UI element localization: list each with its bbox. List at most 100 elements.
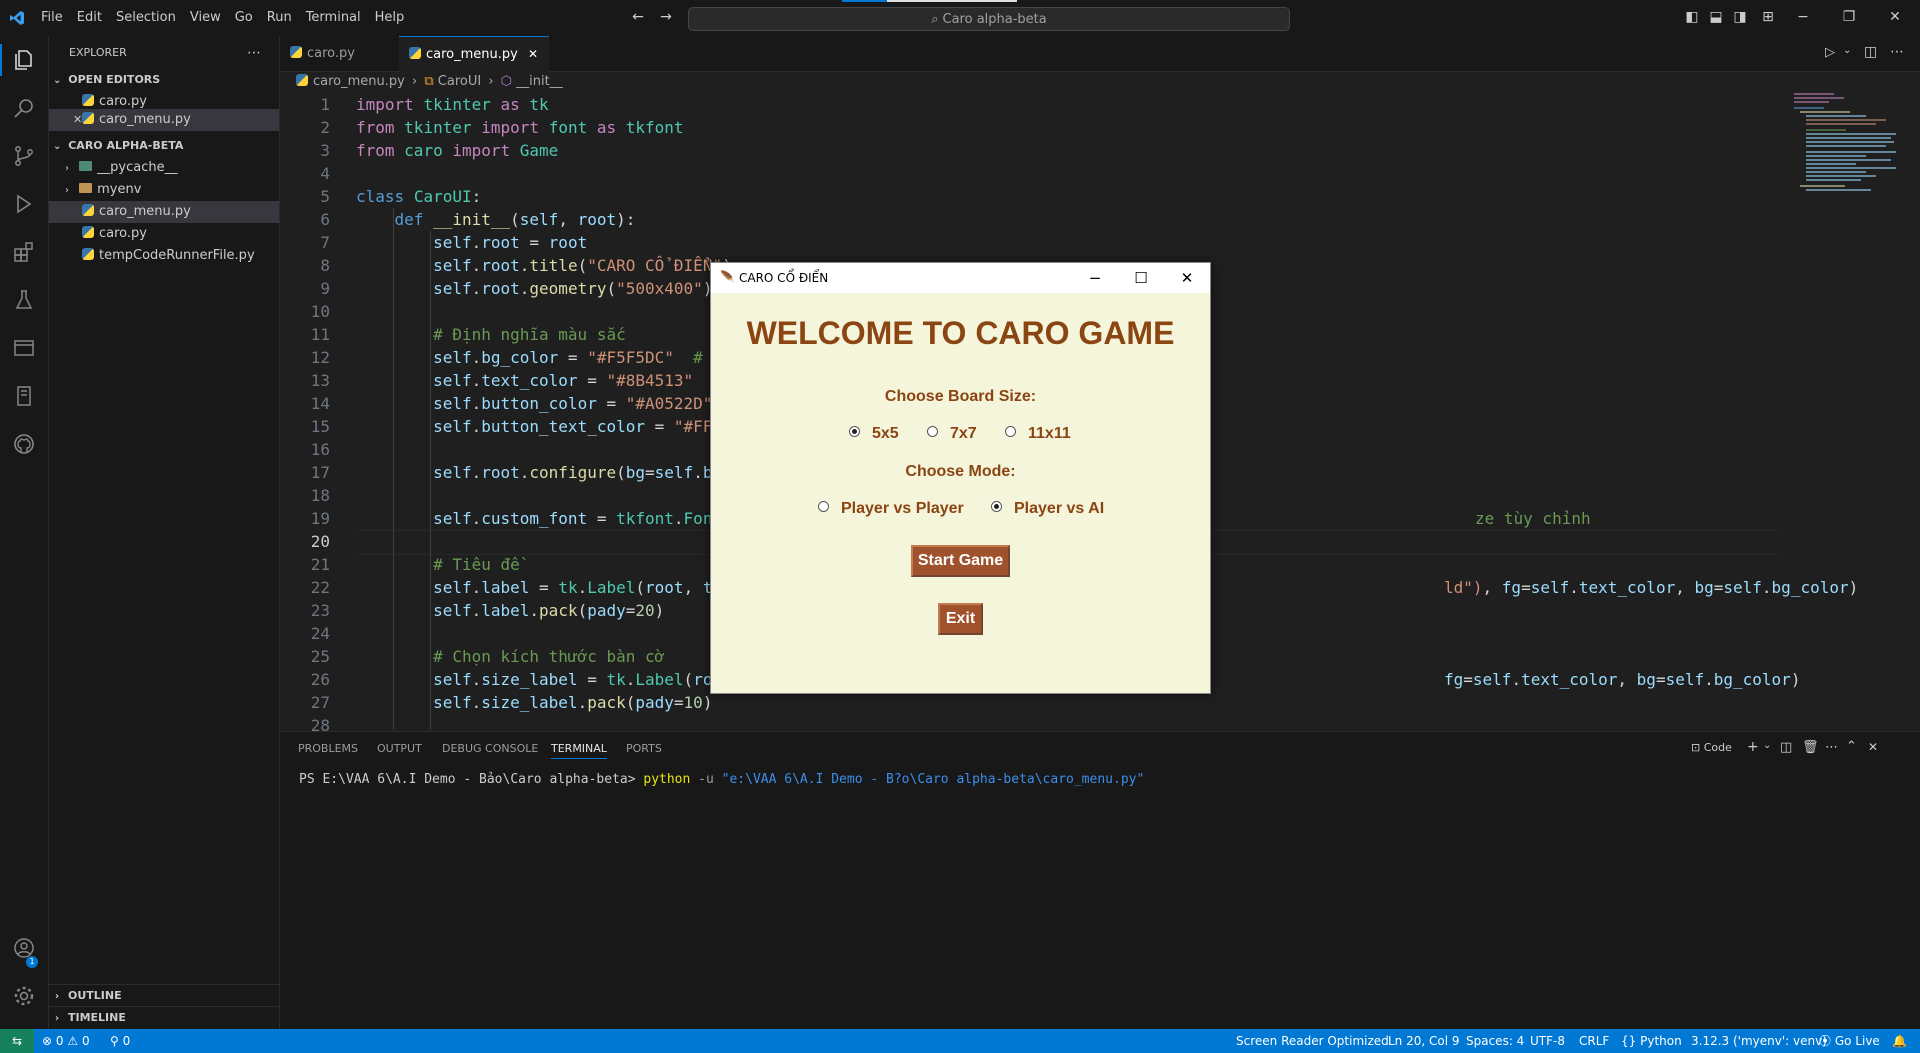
tab-caro-menu[interactable]: caro_menu.py ✕: [399, 36, 549, 72]
close-panel-icon[interactable]: ✕: [1868, 740, 1878, 754]
menu-terminal[interactable]: Terminal: [299, 0, 368, 36]
menu-view[interactable]: View: [183, 0, 228, 36]
breadcrumb-file[interactable]: caro_menu.py: [313, 74, 405, 89]
remote-explorer-icon[interactable]: [12, 336, 36, 360]
notebook-icon[interactable]: [12, 384, 36, 408]
window-indicator: [887, 0, 1017, 2]
terminal-output[interactable]: PS E:\VAA 6\A.I Demo - Bảo\Caro alpha-be…: [299, 772, 1144, 787]
chevron-down-icon[interactable]: ⌄: [1763, 740, 1771, 751]
language-status[interactable]: {} Python: [1621, 1029, 1682, 1053]
tab-output[interactable]: OUTPUT: [377, 742, 422, 755]
maximize-panel-icon[interactable]: ⌃: [1846, 739, 1857, 754]
folder-myenv[interactable]: › myenv: [49, 179, 279, 201]
close-window-icon[interactable]: ✕: [1887, 9, 1903, 25]
close-icon[interactable]: ✕: [73, 109, 82, 131]
menu-help[interactable]: Help: [368, 0, 412, 36]
ports-status[interactable]: ⚲ 0: [110, 1029, 130, 1053]
menu-run[interactable]: Run: [260, 0, 299, 36]
chevron-down-icon[interactable]: ⌄: [1843, 45, 1851, 56]
restore-icon[interactable]: ❐: [1841, 9, 1857, 25]
line-number: 8: [320, 256, 330, 275]
line-number: 17: [310, 463, 330, 482]
line-number: 15: [310, 417, 330, 436]
gear-icon[interactable]: [12, 984, 36, 1008]
go-live-status[interactable]: ⦿ Go Live: [1819, 1029, 1880, 1053]
screen-reader-status[interactable]: Screen Reader Optimized: [1236, 1029, 1389, 1053]
eol-status[interactable]: CRLF: [1579, 1029, 1609, 1053]
radio-player-vs-ai[interactable]: Player vs AI: [991, 500, 1104, 518]
code-line: self.bg_color = "#F5F5DC" # B: [433, 348, 723, 367]
cursor-position[interactable]: Ln 20, Col 9: [1388, 1029, 1460, 1053]
split-terminal-icon[interactable]: ◫: [1780, 740, 1792, 755]
file-caro[interactable]: caro.py: [49, 223, 279, 245]
line-number: 22: [310, 578, 330, 597]
more-actions-icon[interactable]: ⋯: [1825, 740, 1838, 755]
breadcrumb-method[interactable]: __init__: [516, 74, 563, 89]
run-debug-icon[interactable]: [12, 192, 36, 216]
search-icon: ⌕: [931, 11, 939, 27]
radio-5x5[interactable]: 5x5: [849, 425, 899, 443]
timeline-header[interactable]: › TIMELINE: [49, 1006, 279, 1029]
folder-pycache[interactable]: › __pycache__: [49, 157, 279, 179]
minimize-icon[interactable]: −: [1795, 9, 1811, 25]
back-arrow-icon[interactable]: ←: [630, 9, 646, 25]
menu-edit[interactable]: Edit: [70, 0, 109, 36]
trash-icon[interactable]: 🗑: [1802, 740, 1819, 755]
line-number: 26: [310, 670, 330, 689]
toggle-panel-icon[interactable]: ⬓: [1708, 9, 1724, 25]
search-icon[interactable]: [12, 96, 36, 120]
remote-indicator-icon[interactable]: ⇆: [0, 1029, 34, 1053]
problems-status[interactable]: ⊗ 0 ⚠ 0: [42, 1029, 90, 1053]
bell-icon[interactable]: 🔔: [1892, 1029, 1907, 1053]
code-line: # Tiêu đề: [433, 555, 520, 574]
indentation-status[interactable]: Spaces: 4: [1466, 1029, 1524, 1053]
menu-file[interactable]: File: [34, 0, 70, 36]
tab-terminal[interactable]: TERMINAL: [551, 742, 607, 759]
tab-problems[interactable]: PROBLEMS: [298, 742, 358, 755]
tk-minimize-icon[interactable]: −: [1072, 263, 1118, 293]
project-header[interactable]: ⌄ CARO ALPHA-BETA: [49, 135, 279, 157]
open-editor-caro-menu[interactable]: ✕ caro_menu.py: [49, 109, 279, 131]
menu-go[interactable]: Go: [228, 0, 260, 36]
more-actions-icon[interactable]: ⋯: [247, 42, 261, 64]
forward-arrow-icon[interactable]: →: [658, 9, 674, 25]
file-caro-menu[interactable]: caro_menu.py: [49, 201, 279, 223]
source-control-icon[interactable]: [12, 144, 36, 168]
start-game-button[interactable]: Start Game: [911, 545, 1010, 577]
split-editor-icon[interactable]: ◫: [1864, 44, 1877, 60]
menu-selection[interactable]: Selection: [109, 0, 183, 36]
github-icon[interactable]: [12, 432, 36, 456]
line-number: 3: [320, 141, 330, 160]
tk-window: 🪶 CARO CỔ ĐIỂN − ☐ ✕ WELCOME TO CARO GAM…: [710, 262, 1211, 694]
extensions-icon[interactable]: [12, 240, 36, 264]
more-actions-icon[interactable]: ⋯: [1890, 44, 1904, 60]
new-terminal-icon[interactable]: +: [1747, 739, 1759, 755]
radio-player-vs-player[interactable]: Player vs Player: [818, 500, 964, 518]
customize-layout-icon[interactable]: ⊞: [1760, 9, 1776, 25]
explorer-icon[interactable]: [12, 48, 36, 72]
close-tab-icon[interactable]: ✕: [528, 47, 538, 61]
interpreter-status[interactable]: 3.12.3 ('myenv': venv): [1691, 1029, 1827, 1053]
tk-maximize-icon[interactable]: ☐: [1118, 263, 1164, 293]
toggle-secondary-sidebar-icon[interactable]: ◨: [1732, 9, 1748, 25]
run-python-icon[interactable]: ▷: [1825, 45, 1835, 60]
tk-close-icon[interactable]: ✕: [1164, 263, 1210, 293]
tab-ports[interactable]: PORTS: [626, 742, 662, 755]
toggle-sidebar-icon[interactable]: ◧: [1684, 9, 1700, 25]
outline-header[interactable]: › OUTLINE: [49, 984, 279, 1007]
file-tempcoderunner[interactable]: tempCodeRunnerFile.py: [49, 245, 279, 267]
braces-icon: {}: [1621, 1034, 1637, 1048]
exit-button[interactable]: Exit: [938, 603, 983, 635]
command-center-search[interactable]: ⌕ Caro alpha-beta: [688, 7, 1290, 31]
tab-debug-console[interactable]: DEBUG CONSOLE: [442, 742, 538, 755]
tab-caro[interactable]: caro.py: [280, 36, 398, 71]
python-file-icon: [296, 74, 308, 86]
radio-11x11[interactable]: 11x11: [1005, 425, 1071, 443]
minimap[interactable]: [1790, 93, 1900, 233]
encoding-status[interactable]: UTF-8: [1530, 1029, 1565, 1053]
testing-icon[interactable]: [12, 288, 36, 312]
open-editors-header[interactable]: ⌄ OPEN EDITORS: [49, 69, 279, 91]
breadcrumb-class[interactable]: CaroUI: [438, 74, 481, 89]
radio-7x7[interactable]: 7x7: [927, 425, 977, 443]
terminal-profile[interactable]: ⊡ Code: [1691, 741, 1732, 754]
